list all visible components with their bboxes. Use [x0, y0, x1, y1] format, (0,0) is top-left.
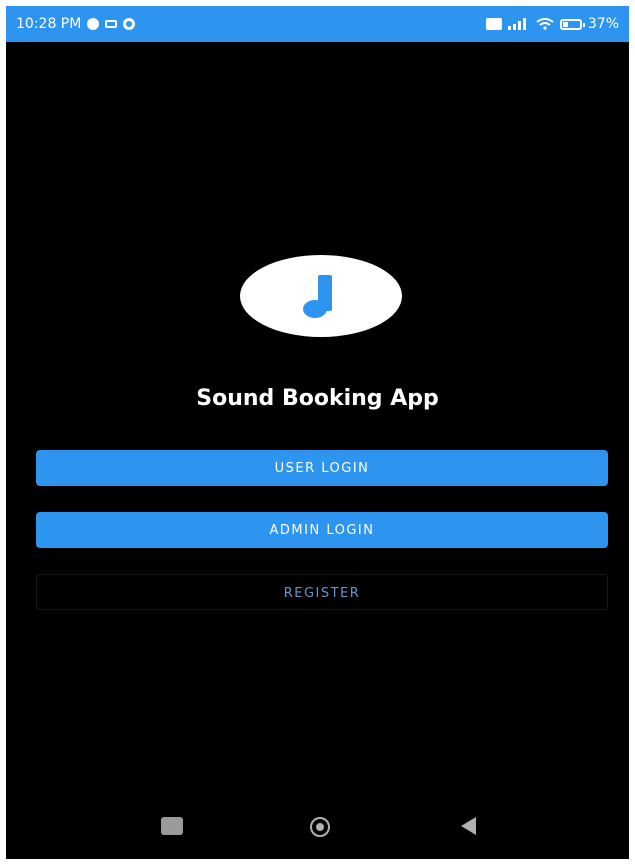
wifi-icon: [536, 18, 554, 30]
navigation-bar: [6, 805, 629, 859]
status-bar: 10:28 PM 37%: [6, 6, 629, 42]
status-bar-left: 10:28 PM: [16, 16, 136, 32]
music-note-icon: [303, 275, 332, 318]
message-icon: [105, 20, 118, 28]
status-bar-right: 37%: [485, 16, 619, 32]
signal-icon: [507, 18, 530, 30]
recent-apps-icon[interactable]: [161, 817, 183, 835]
settings-icon: [123, 18, 136, 30]
app-screen: 10:28 PM 37% Sound Booking App USER LOGI…: [6, 6, 629, 859]
back-icon[interactable]: [461, 817, 476, 835]
battery-level-fill: [562, 21, 568, 27]
app-title: Sound Booking App: [196, 386, 439, 411]
battery-icon: [559, 18, 585, 30]
battery-percent: 37%: [587, 16, 619, 32]
hd-icon: [485, 18, 502, 30]
register-button[interactable]: REGISTER: [36, 574, 608, 610]
status-time: 10:28 PM: [16, 16, 82, 32]
whatsapp-icon: [87, 18, 100, 30]
admin-login-button[interactable]: ADMIN LOGIN: [36, 512, 608, 548]
home-icon[interactable]: [310, 817, 330, 837]
app-logo: [240, 255, 402, 337]
user-login-button[interactable]: USER LOGIN: [36, 450, 608, 486]
